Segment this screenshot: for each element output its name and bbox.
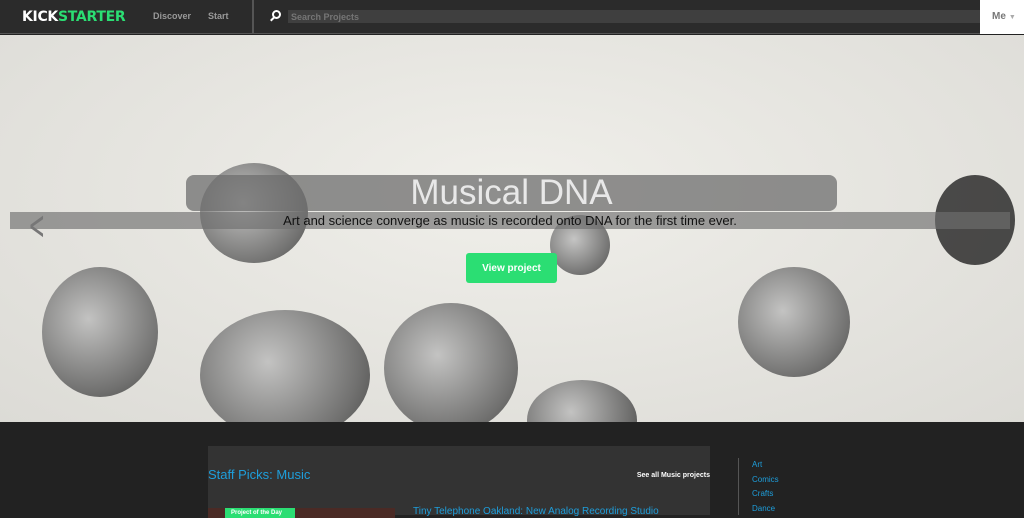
see-all-link[interactable]: See all Music projects	[637, 472, 710, 479]
art-blob	[200, 310, 370, 422]
logo-part: STARTER	[58, 9, 125, 25]
user-menu-label: Me	[992, 11, 1006, 22]
logo-part: KICK	[22, 9, 58, 25]
staff-picks-heading: Staff Picks: Music	[208, 467, 310, 482]
kickstarter-logo[interactable]: KICKSTARTER	[22, 9, 125, 25]
hero-title: Musical DNA	[186, 175, 837, 211]
art-blob	[42, 267, 158, 397]
project-of-the-day-badge: Project of the Day	[225, 508, 295, 518]
category-link[interactable]: Art	[752, 460, 779, 475]
chevron-left-icon[interactable]: <	[28, 203, 45, 249]
search-icon	[272, 10, 281, 19]
art-blob	[527, 380, 637, 422]
art-blob	[738, 267, 850, 377]
hero-banner: Musical DNA Art and science converge as …	[0, 35, 1024, 422]
project-title-link[interactable]: Tiny Telephone Oakland: New Analog Recor…	[413, 506, 659, 517]
top-nav: KICKSTARTER Discover Start Me▼	[0, 0, 1024, 34]
divider	[738, 458, 739, 515]
category-link[interactable]: Crafts	[752, 489, 779, 504]
category-link[interactable]: Comics	[752, 475, 779, 490]
hero-subtitle: Art and science converge as music is rec…	[10, 212, 1010, 229]
chevron-down-icon: ▼	[1009, 14, 1016, 21]
category-list: Art Comics Crafts Dance	[752, 460, 779, 518]
art-blob	[384, 303, 518, 422]
staff-picks-panel: Staff Picks: Music See all Music project…	[208, 446, 710, 515]
category-link[interactable]: Dance	[752, 504, 779, 518]
divider	[252, 0, 254, 34]
start-link[interactable]: Start	[208, 11, 229, 21]
view-project-button[interactable]: View project	[466, 253, 557, 283]
search-input[interactable]	[288, 10, 980, 23]
user-menu[interactable]: Me▼	[980, 0, 1024, 34]
discover-link[interactable]: Discover	[153, 11, 191, 21]
